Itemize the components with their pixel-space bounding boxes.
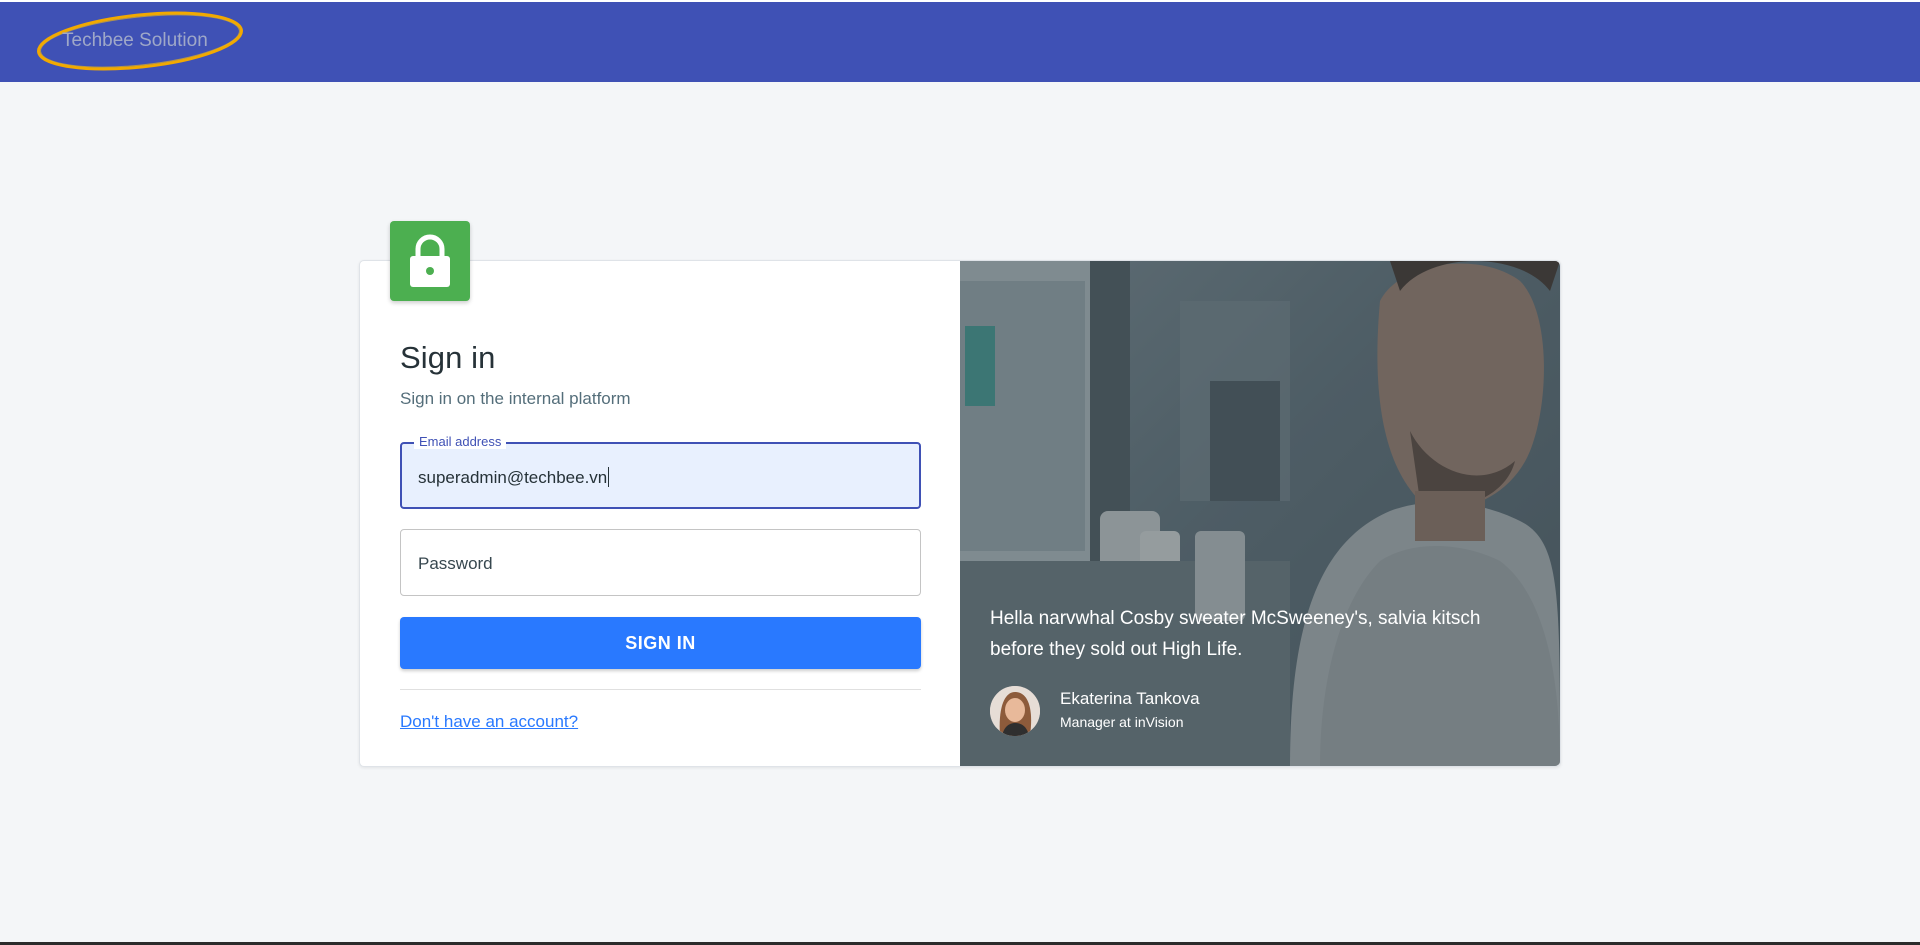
logo-text: Techbee Solution [62,30,208,51]
author-role: Manager at inVision [1060,714,1184,730]
email-input[interactable]: superadmin@techbee.vn [418,467,610,488]
top-app-bar: Techbee Solution [0,2,1920,82]
testimonial-panel: Hella narvwhal Cosby sweater McSweeney's… [960,261,1560,766]
sign-in-button[interactable]: SIGN IN [400,617,921,669]
techbee-logo[interactable]: Techbee Solution [34,10,246,72]
signup-link[interactable]: Don't have an account? [400,712,578,732]
password-field[interactable]: Password [400,529,921,596]
page-title: Sign in [400,340,496,375]
text-caret [608,467,610,487]
image-overlay [960,261,1560,766]
author-name: Ekaterina Tankova [1060,689,1200,708]
testimonial-quote: Hella narvwhal Cosby sweater McSweeney's… [990,608,1481,660]
avatar [990,686,1040,736]
lock-icon [410,234,450,287]
divider [400,689,921,690]
password-placeholder: Password [418,554,493,573]
email-input-value: superadmin@techbee.vn [418,468,608,487]
email-field[interactable]: Email address superadmin@techbee.vn [400,434,921,509]
page-subtitle: Sign in on the internal platform [400,389,631,408]
email-field-label: Email address [414,434,507,449]
avatar-image [990,686,1040,736]
lock-badge [390,221,470,301]
